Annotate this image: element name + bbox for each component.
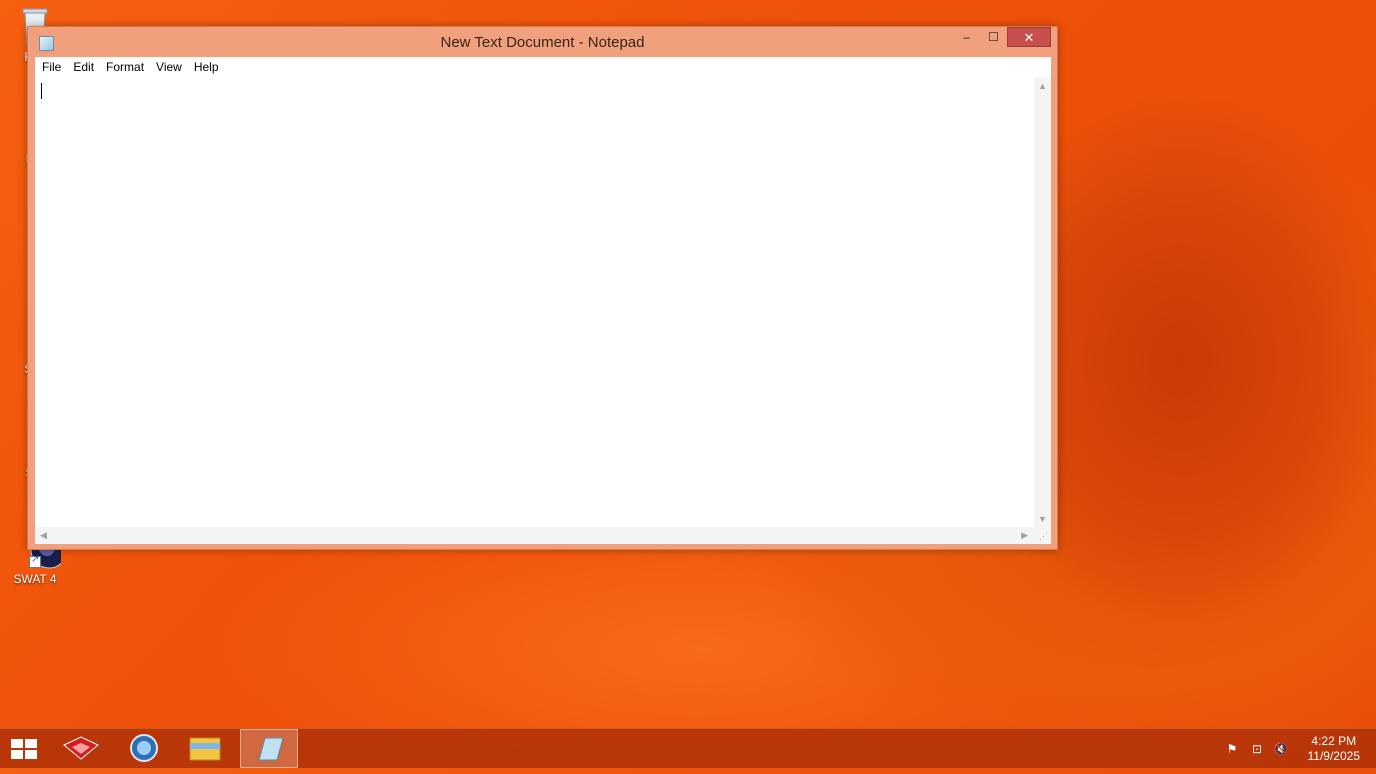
network-icon[interactable]: ⊡ (1249, 741, 1265, 757)
clock-date: 11/9/2025 (1307, 749, 1361, 763)
menu-view[interactable]: View (150, 57, 188, 78)
windows-logo-icon (11, 739, 39, 761)
window-title: New Text Document - Notepad (440, 34, 645, 51)
text-editor-area[interactable]: ▲ ▼ ◀ ▶ ⋰ (35, 78, 1051, 544)
resize-grip[interactable]: ⋰ (1034, 527, 1051, 544)
title-bar[interactable]: New Text Document - Notepad – ☐ ✕ (28, 27, 1057, 57)
taskbar-app-red[interactable] (52, 729, 110, 768)
notepad-icon (258, 737, 284, 761)
red-app-icon (63, 736, 99, 760)
taskbar-app-explorer[interactable] (176, 729, 234, 768)
taskbar-app-notepad[interactable] (240, 729, 298, 768)
menu-format[interactable]: Format (100, 57, 150, 78)
action-center-flag-icon[interactable]: ⚑ (1224, 741, 1240, 757)
globe-browser-icon (130, 734, 158, 762)
minimize-button[interactable]: – (953, 27, 980, 47)
menu-bar: File Edit Format View Help (35, 57, 1051, 79)
start-button[interactable] (0, 729, 58, 768)
scroll-down-arrow-icon[interactable]: ▼ (1038, 514, 1047, 524)
desktop-icon-label: SWAT 4 (13, 572, 57, 586)
system-clock[interactable]: 4:22 PM 11/9/2025 (1308, 734, 1361, 764)
resize-grip-icon: ⋰ (1039, 531, 1048, 541)
maximize-button[interactable]: ☐ (980, 27, 1007, 47)
taskbar: ⚑ ⊡ 🔇 4:22 PM 11/9/2025 (0, 728, 1376, 768)
file-explorer-icon (189, 737, 221, 761)
text-caret (41, 83, 42, 99)
scroll-up-arrow-icon[interactable]: ▲ (1038, 81, 1047, 91)
menu-file[interactable]: File (35, 57, 67, 78)
horizontal-scrollbar[interactable]: ◀ ▶ (35, 527, 1034, 544)
shortcut-arrow-icon (29, 554, 41, 568)
taskbar-app-browser[interactable] (114, 729, 172, 768)
scroll-left-arrow-icon[interactable]: ◀ (40, 530, 47, 541)
vertical-scrollbar[interactable]: ▲ ▼ (1034, 78, 1051, 527)
close-button[interactable]: ✕ (1007, 27, 1051, 47)
scroll-right-arrow-icon[interactable]: ▶ (1021, 530, 1028, 541)
clock-time: 4:22 PM (1311, 734, 1357, 748)
notepad-window[interactable]: New Text Document - Notepad – ☐ ✕ File Ed… (27, 26, 1058, 550)
menu-help[interactable]: Help (188, 57, 225, 78)
volume-muted-icon[interactable]: 🔇 (1273, 741, 1289, 757)
menu-edit[interactable]: Edit (67, 57, 100, 78)
